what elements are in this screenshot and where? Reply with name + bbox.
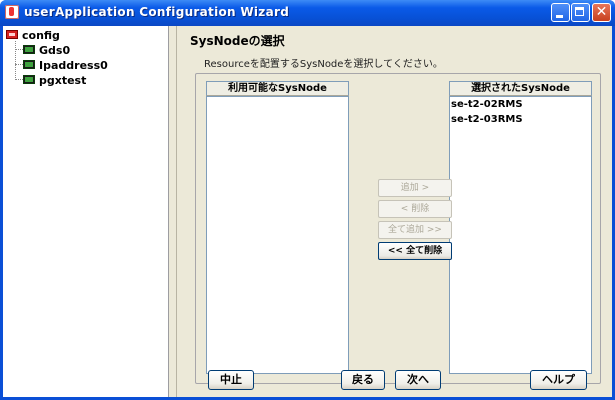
list-item[interactable]: se-t2-02RMS <box>451 99 523 112</box>
help-button[interactable]: ヘルプ <box>530 370 587 390</box>
add-button[interactable]: 追加 > <box>378 179 452 197</box>
sysnode-selection-group: 利用可能なSysNode 選択されたSysNode se-t2-02RMS se… <box>195 73 601 384</box>
back-button[interactable]: 戻る <box>341 370 385 390</box>
tree-node-label: Ipaddress0 <box>39 59 108 72</box>
minimize-icon <box>556 15 563 18</box>
selected-sysnode-list[interactable]: se-t2-02RMS se-t2-03RMS <box>449 96 592 374</box>
tree-node-label: pgxtest <box>39 74 87 87</box>
maximize-icon <box>575 7 584 16</box>
tree-connector <box>15 64 23 65</box>
cancel-button[interactable]: 中止 <box>208 370 254 390</box>
tree-connector <box>15 79 23 80</box>
tree-connector <box>15 41 16 80</box>
selected-list-header: 選択されたSysNode <box>449 81 592 96</box>
split-pane-divider[interactable] <box>169 26 177 397</box>
java-app-icon <box>5 5 19 19</box>
resource-icon <box>23 60 35 69</box>
tree-node-label: config <box>22 29 60 42</box>
config-tree[interactable]: config Gds0 Ipaddress0 pgxtest <box>3 26 169 397</box>
window-client-area: config Gds0 Ipaddress0 pgxtest SysNodeの選… <box>3 26 612 397</box>
close-button[interactable]: ✕ <box>592 3 611 22</box>
window-title: userApplication Configuration Wizard <box>24 5 290 19</box>
available-sysnode-list[interactable] <box>206 96 349 374</box>
minimize-button[interactable] <box>551 3 570 22</box>
add-all-button[interactable]: 全て追加 >> <box>378 221 452 239</box>
list-item[interactable]: se-t2-03RMS <box>451 114 523 127</box>
remove-all-button[interactable]: << 全て削除 <box>378 242 452 260</box>
close-icon: ✕ <box>595 4 608 20</box>
wizard-window: userApplication Configuration Wizard ✕ c… <box>0 0 615 400</box>
maximize-button[interactable] <box>571 3 590 22</box>
instruction-text: Resourceを配置するSysNodeを選択してください。 <box>204 59 443 70</box>
remove-button[interactable]: < 削除 <box>378 200 452 218</box>
page-title: SysNodeの選択 <box>190 34 285 48</box>
tree-node-label: Gds0 <box>39 44 71 57</box>
next-button[interactable]: 次へ <box>395 370 441 390</box>
wizard-content: SysNodeの選択 Resourceを配置するSysNodeを選択してください… <box>178 26 612 397</box>
config-folder-icon <box>6 30 18 39</box>
resource-icon <box>23 75 35 84</box>
tree-connector <box>15 49 23 50</box>
resource-icon <box>23 45 35 54</box>
title-bar[interactable]: userApplication Configuration Wizard ✕ <box>0 0 615 26</box>
available-list-header: 利用可能なSysNode <box>206 81 349 96</box>
